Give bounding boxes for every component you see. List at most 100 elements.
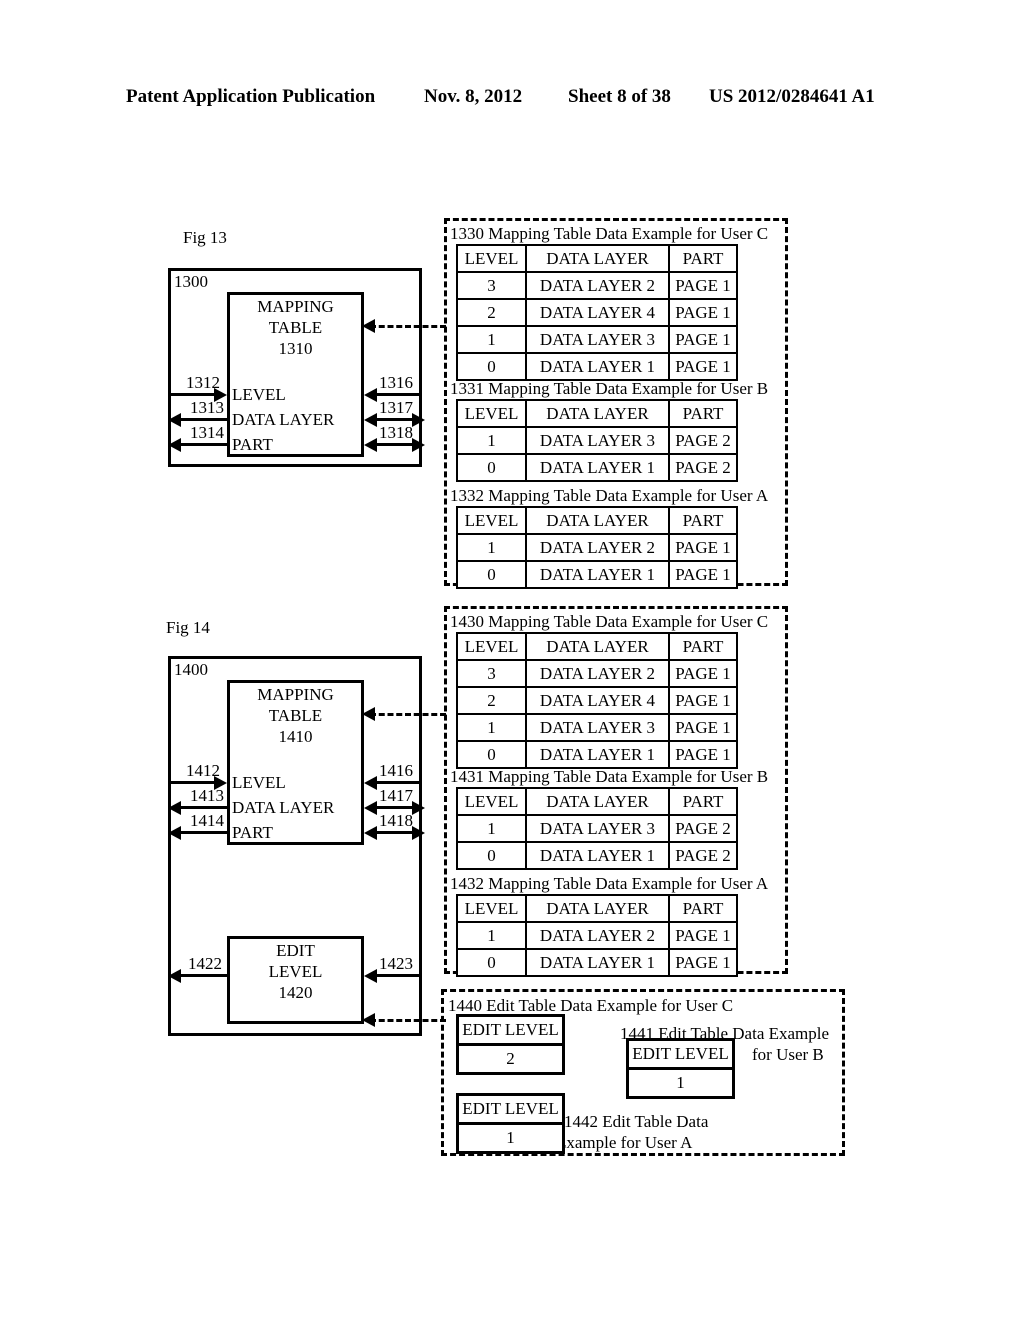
fig14-arrow-1422-line — [174, 974, 227, 977]
edit-level-value: 1 — [456, 1122, 565, 1154]
cell-part: PAGE 1 — [668, 560, 738, 589]
cell-part: PAGE 1 — [668, 921, 738, 950]
cell-part: PAGE 1 — [668, 271, 738, 300]
edit-table-header-row: EDIT LEVEL — [626, 1038, 735, 1070]
fig14-arrow-1417-head-left — [364, 801, 377, 815]
edit-level-value: 2 — [456, 1043, 565, 1075]
fig13-dashed-connector — [370, 325, 446, 328]
cell-level: 0 — [456, 948, 527, 977]
th-part: PART — [668, 894, 738, 923]
edit-table-header-row: EDIT LEVEL — [456, 1014, 565, 1046]
fig13-table-1330: LEVEL DATA LAYER PART 3 DATA LAYER 2 PAG… — [456, 244, 738, 381]
fig13-table-1332: LEVEL DATA LAYER PART 1 DATA LAYER 2 PAG… — [456, 506, 738, 589]
cell-part: PAGE 2 — [668, 814, 738, 843]
table-header-row: LEVEL DATA LAYER PART — [456, 894, 738, 923]
cell-level: 1 — [456, 533, 527, 562]
th-level: LEVEL — [456, 244, 527, 273]
cell-part: PAGE 2 — [668, 841, 738, 870]
fig14-arrow-1417-head-right — [412, 801, 425, 815]
table-header-row: LEVEL DATA LAYER PART — [456, 787, 738, 816]
table-row: 1 DATA LAYER 2 PAGE 1 — [456, 533, 738, 562]
table-row: 2 DATA LAYER 4 PAGE 1 — [456, 686, 738, 715]
fig14-mapping-title-line2: TABLE — [268, 706, 323, 725]
th-data-layer: DATA LAYER — [525, 244, 670, 273]
fig14-label: Fig 14 — [166, 618, 210, 637]
cell-level: 1 — [456, 814, 527, 843]
th-part: PART — [668, 787, 738, 816]
fig13-mapping-title-line1: MAPPING — [257, 297, 334, 316]
edit-table-value-row: 2 — [456, 1043, 565, 1075]
fig13-arrow-1313-head — [168, 413, 181, 427]
cell-level: 1 — [456, 713, 527, 742]
cell-data-layer: DATA LAYER 1 — [525, 453, 670, 482]
fig14-mapping-title-line1: MAPPING — [257, 685, 334, 704]
cell-part: PAGE 1 — [668, 740, 738, 769]
cell-part: PAGE 1 — [668, 948, 738, 977]
cell-part: PAGE 1 — [668, 298, 738, 327]
fig13-arrow-1318-label: 1318 — [379, 423, 413, 442]
fig14-arrow-1413-head — [168, 801, 181, 815]
fig14-arrow-1414-line — [174, 831, 227, 834]
fig13-table-1331-caption: 1331 Mapping Table Data Example for User… — [450, 379, 769, 398]
fig14-field-level: LEVEL — [232, 773, 286, 792]
table-row: 1 DATA LAYER 3 PAGE 1 — [456, 713, 738, 742]
fig14-dashed-connector-edit — [370, 1019, 446, 1022]
cell-part: PAGE 1 — [668, 686, 738, 715]
fig14-field-part: PART — [232, 823, 273, 842]
cell-data-layer: DATA LAYER 2 — [525, 271, 670, 300]
table-row: 1 DATA LAYER 3 PAGE 2 — [456, 814, 738, 843]
fig14-arrow-1422-head — [168, 969, 181, 983]
fig14-table-1430: LEVEL DATA LAYER PART 3 DATA LAYER 2 PAG… — [456, 632, 738, 769]
cell-part: PAGE 2 — [668, 426, 738, 455]
cell-data-layer: DATA LAYER 3 — [525, 325, 670, 354]
cell-part: PAGE 1 — [668, 659, 738, 688]
fig13-arrow-1314-label: 1314 — [190, 423, 224, 442]
fig13-field-data-layer: DATA LAYER — [232, 410, 335, 429]
th-data-layer: DATA LAYER — [525, 787, 670, 816]
cell-level: 0 — [456, 453, 527, 482]
fig14-field-data-layer: DATA LAYER — [232, 798, 335, 817]
cell-data-layer: DATA LAYER 1 — [525, 841, 670, 870]
fig14-arrow-1418-head-right — [412, 826, 425, 840]
fig14-arrow-1413-line — [174, 806, 227, 809]
header-date: Nov. 8, 2012 — [424, 86, 523, 107]
cell-level: 0 — [456, 740, 527, 769]
fig14-arrow-1423-line — [370, 974, 422, 977]
edit-table-header-row: EDIT LEVEL — [456, 1093, 565, 1125]
fig13-arrow-1318-head-left — [364, 438, 377, 452]
fig13-outer-box-number: 1300 — [174, 272, 208, 291]
fig13-table-1332-caption: 1332 Mapping Table Data Example for User… — [450, 486, 769, 505]
fig13-mapping-title-line2: TABLE — [268, 318, 323, 337]
fig14-arrow-1417-label: 1417 — [379, 786, 413, 805]
fig13-label: Fig 13 — [183, 228, 227, 247]
fig14-arrow-1414-head — [168, 826, 181, 840]
table-row: 2 DATA LAYER 4 PAGE 1 — [456, 298, 738, 327]
fig14-arrow-1413-label: 1413 — [190, 786, 224, 805]
table-row: 3 DATA LAYER 2 PAGE 1 — [456, 659, 738, 688]
fig14-edit-title-line1: EDIT — [276, 941, 315, 960]
th-data-layer: DATA LAYER — [525, 894, 670, 923]
fig14-arrow-1416-line — [370, 781, 422, 784]
edit-level-header: EDIT LEVEL — [456, 1014, 565, 1046]
fig14-arrow-1414-label: 1414 — [190, 811, 224, 830]
fig13-arrow-1316-line — [370, 393, 422, 396]
cell-level: 0 — [456, 560, 527, 589]
fig13-table-1330-caption: 1330 Mapping Table Data Example for User… — [450, 224, 769, 243]
fig14-arrow-1416-label: 1416 — [379, 761, 413, 780]
cell-part: PAGE 1 — [668, 325, 738, 354]
th-part: PART — [668, 399, 738, 428]
table-row: 0 DATA LAYER 1 PAGE 2 — [456, 841, 738, 870]
cell-level: 3 — [456, 271, 527, 300]
fig14-dashed-connector-mapping — [370, 713, 446, 716]
fig14-mapping-title-number: 1410 — [278, 727, 313, 746]
fig13-arrow-1317-head-right — [412, 413, 425, 427]
th-level: LEVEL — [456, 632, 527, 661]
th-data-layer: DATA LAYER — [525, 506, 670, 535]
th-part: PART — [668, 244, 738, 273]
cell-data-layer: DATA LAYER 3 — [525, 814, 670, 843]
edit-level-header: EDIT LEVEL — [456, 1093, 565, 1125]
fig14-arrow-1418-head-left — [364, 826, 377, 840]
fig13-arrow-1317-head-left — [364, 413, 377, 427]
cell-level: 1 — [456, 426, 527, 455]
table-row: 1 DATA LAYER 3 PAGE 1 — [456, 325, 738, 354]
